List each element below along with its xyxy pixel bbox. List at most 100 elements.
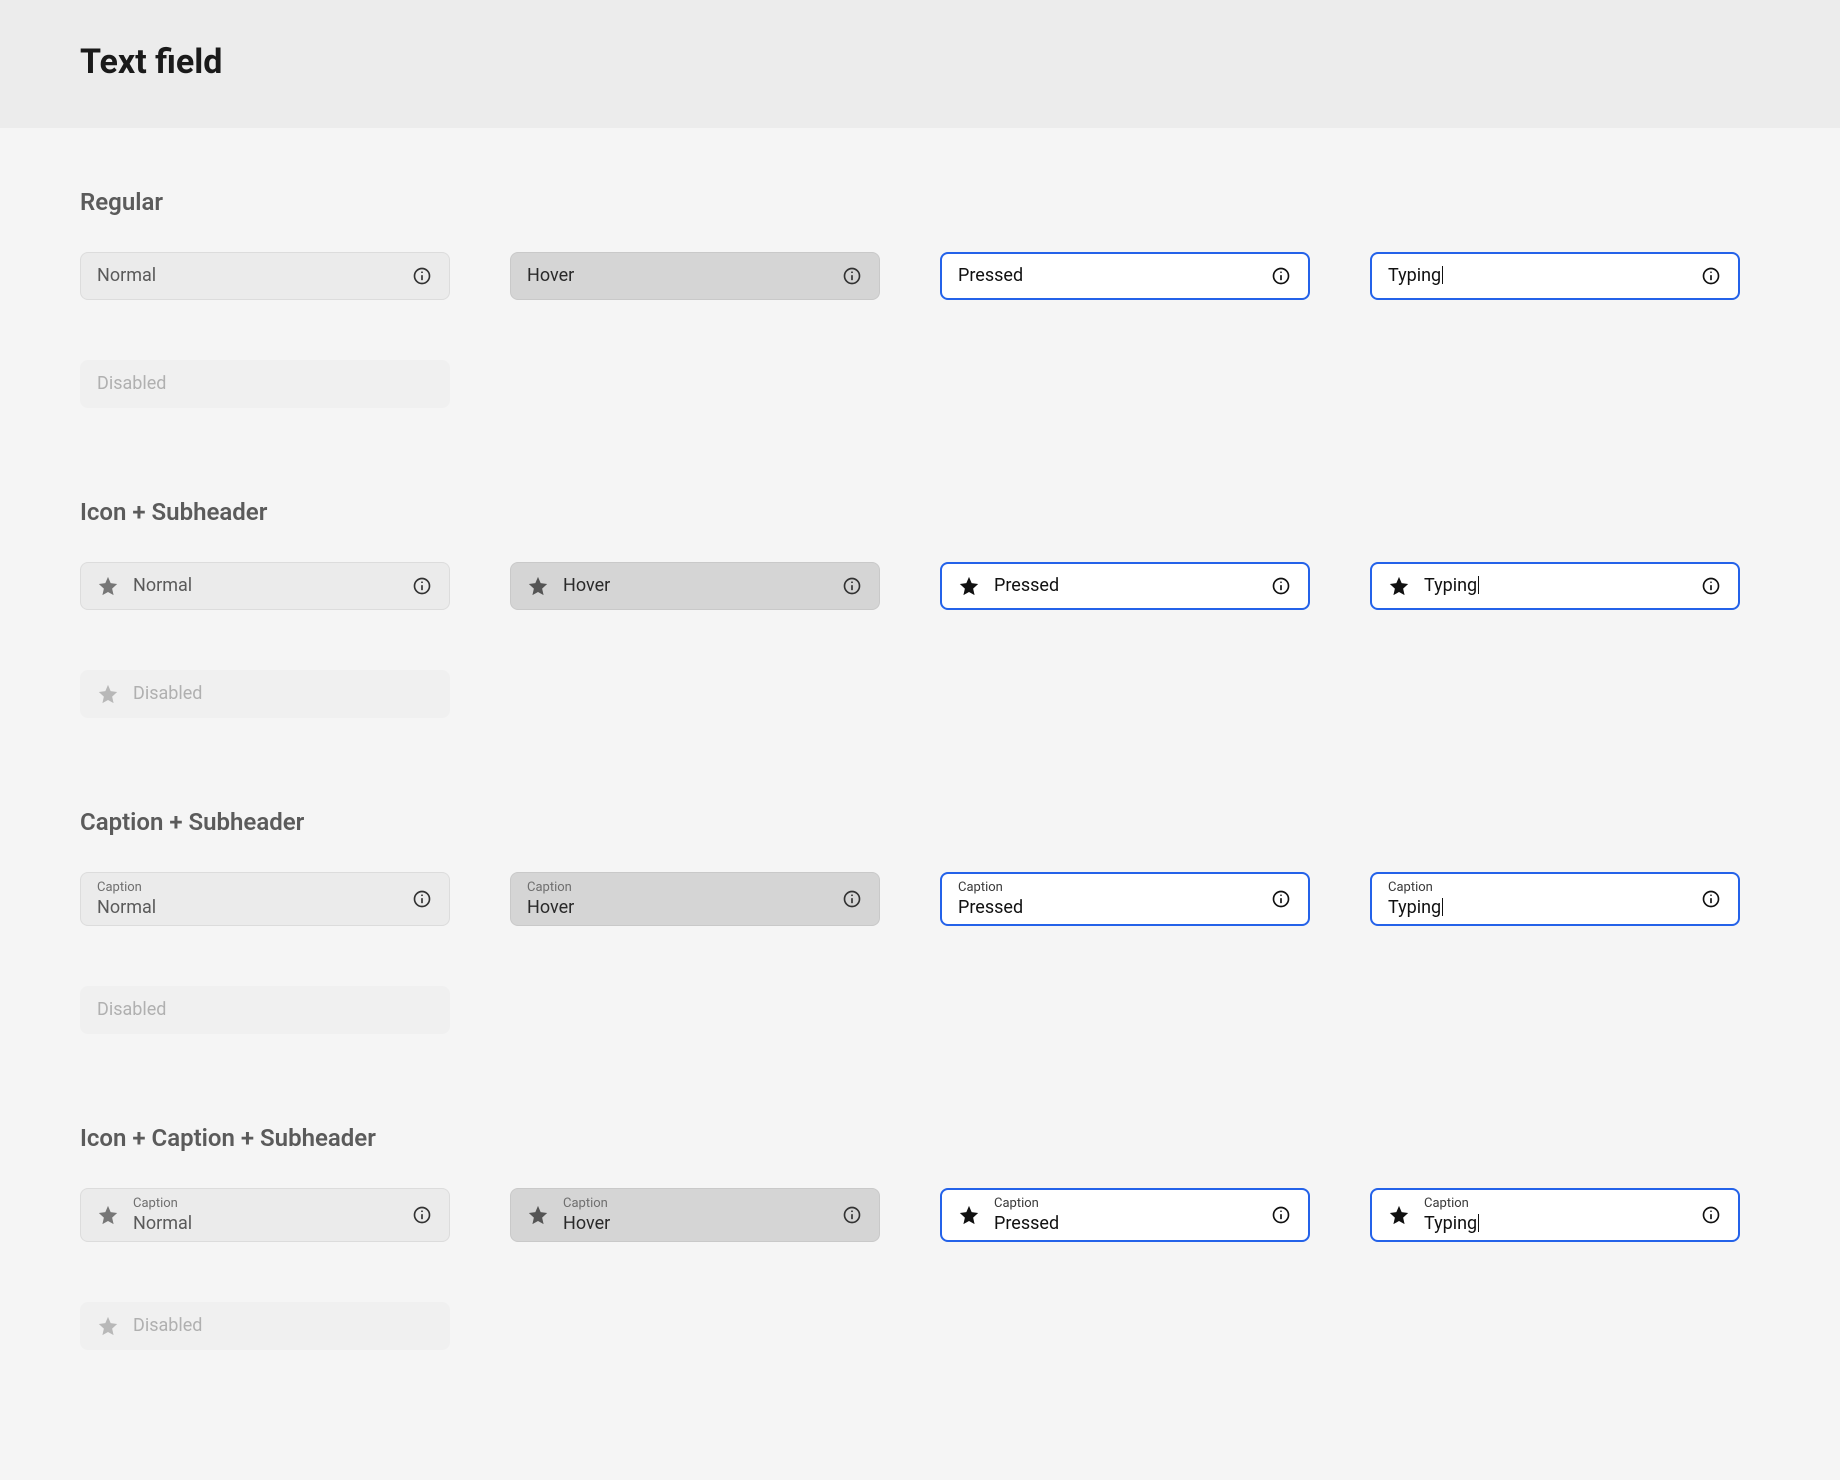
info-icon[interactable]	[1700, 575, 1722, 597]
section-title: Regular	[80, 188, 1760, 216]
info-icon[interactable]	[1270, 575, 1292, 597]
info-icon[interactable]	[411, 1204, 433, 1226]
text-wrap: CaptionHover	[527, 880, 827, 918]
info-icon[interactable]	[841, 575, 863, 597]
text-field-pressed[interactable]: Pressed	[940, 562, 1310, 610]
text-field-pressed[interactable]: CaptionPressed	[940, 1188, 1310, 1242]
text-wrap: CaptionPressed	[994, 1196, 1256, 1234]
text-wrap: CaptionTyping	[1388, 880, 1686, 918]
text-field-disabled: Disabled	[80, 986, 450, 1034]
field-row: Normal Hover Pressed Typing	[80, 252, 1760, 300]
text-field-typing[interactable]: Typing	[1370, 252, 1740, 300]
field-row: CaptionNormalCaptionHoverCaptionPressedC…	[80, 1188, 1760, 1242]
section-title: Icon + Subheader	[80, 498, 1760, 526]
section: Regular Normal Hover Pressed Typing Disabled	[80, 188, 1760, 408]
text-field-pressed[interactable]: Pressed	[940, 252, 1310, 300]
text-field-disabled: Disabled	[80, 670, 450, 718]
text-wrap: CaptionHover	[563, 1196, 827, 1234]
text-field-disabled: Disabled	[80, 360, 450, 408]
field-caption: Caption	[563, 1196, 827, 1212]
star-icon	[97, 1315, 119, 1337]
field-value: Pressed	[958, 265, 1256, 287]
field-row: Normal Hover Pressed Typing	[80, 562, 1760, 610]
text-field-normal[interactable]: CaptionNormal	[80, 1188, 450, 1242]
field-value: Disabled	[133, 683, 433, 705]
text-wrap: Typing	[1388, 265, 1686, 287]
text-wrap: CaptionNormal	[133, 1196, 397, 1234]
text-wrap: Pressed	[994, 575, 1256, 597]
star-icon	[97, 575, 119, 597]
text-wrap: Disabled	[97, 373, 433, 395]
star-icon	[527, 575, 549, 597]
field-caption: Caption	[958, 880, 1256, 896]
info-icon[interactable]	[411, 575, 433, 597]
text-wrap: Normal	[97, 265, 397, 287]
field-row: CaptionNormalCaptionHoverCaptionPressedC…	[80, 872, 1760, 926]
field-value: Normal	[133, 1213, 397, 1235]
text-wrap: Pressed	[958, 265, 1256, 287]
info-icon[interactable]	[1700, 888, 1722, 910]
page-header: Text field	[0, 0, 1840, 128]
star-icon	[958, 575, 980, 597]
info-icon[interactable]	[841, 888, 863, 910]
text-wrap: CaptionNormal	[97, 880, 397, 918]
field-value: Normal	[97, 265, 397, 287]
text-wrap: CaptionTyping	[1424, 1196, 1686, 1234]
info-icon[interactable]	[841, 1204, 863, 1226]
page-title: Text field	[80, 42, 1760, 82]
field-value: Hover	[563, 1213, 827, 1235]
field-value: Normal	[97, 897, 397, 919]
star-icon	[97, 1204, 119, 1226]
info-icon[interactable]	[1700, 1204, 1722, 1226]
info-icon[interactable]	[841, 265, 863, 287]
text-cursor	[1442, 898, 1443, 916]
section: Caption + SubheaderCaptionNormalCaptionH…	[80, 808, 1760, 1034]
info-icon[interactable]	[1270, 265, 1292, 287]
text-field-pressed[interactable]: CaptionPressed	[940, 872, 1310, 926]
text-wrap: Disabled	[133, 683, 433, 705]
text-field-normal[interactable]: Normal	[80, 252, 450, 300]
text-field-typing[interactable]: Typing	[1370, 562, 1740, 610]
field-row: Disabled	[80, 1302, 1760, 1350]
text-wrap: Disabled	[133, 1315, 433, 1337]
star-icon	[1388, 1204, 1410, 1226]
field-row: Disabled	[80, 360, 1760, 408]
text-wrap: Hover	[527, 265, 827, 287]
section: Icon + Subheader Normal Hover Pressed Typing…	[80, 498, 1760, 718]
field-row: Disabled	[80, 986, 1760, 1034]
field-caption: Caption	[527, 880, 827, 896]
section: Icon + Caption + SubheaderCaptionNormalC…	[80, 1124, 1760, 1350]
info-icon[interactable]	[1270, 1204, 1292, 1226]
field-value: Typing	[1424, 575, 1686, 597]
info-icon[interactable]	[1270, 888, 1292, 910]
star-icon	[527, 1204, 549, 1226]
field-caption: Caption	[97, 880, 397, 896]
field-value: Hover	[527, 897, 827, 919]
field-value: Typing	[1388, 265, 1686, 287]
text-field-hover[interactable]: Hover	[510, 252, 880, 300]
section-title: Icon + Caption + Subheader	[80, 1124, 1760, 1152]
text-wrap: Normal	[133, 575, 397, 597]
info-icon[interactable]	[1700, 265, 1722, 287]
field-value: Typing	[1424, 1213, 1686, 1235]
info-icon[interactable]	[411, 888, 433, 910]
field-row: Disabled	[80, 670, 1760, 718]
text-field-disabled: Disabled	[80, 1302, 450, 1350]
text-field-hover[interactable]: Hover	[510, 562, 880, 610]
text-field-hover[interactable]: CaptionHover	[510, 1188, 880, 1242]
field-caption: Caption	[994, 1196, 1256, 1212]
info-icon[interactable]	[411, 265, 433, 287]
field-value: Disabled	[133, 1315, 433, 1337]
field-value: Disabled	[97, 373, 433, 395]
field-value: Pressed	[994, 575, 1256, 597]
field-value: Pressed	[994, 1213, 1256, 1235]
text-field-typing[interactable]: CaptionTyping	[1370, 1188, 1740, 1242]
star-icon	[958, 1204, 980, 1226]
field-caption: Caption	[133, 1196, 397, 1212]
text-wrap: Disabled	[97, 999, 433, 1021]
text-field-typing[interactable]: CaptionTyping	[1370, 872, 1740, 926]
text-field-hover[interactable]: CaptionHover	[510, 872, 880, 926]
content: RegularNormalHoverPressedTypingDisabledI…	[0, 128, 1840, 1480]
text-field-normal[interactable]: CaptionNormal	[80, 872, 450, 926]
text-field-normal[interactable]: Normal	[80, 562, 450, 610]
